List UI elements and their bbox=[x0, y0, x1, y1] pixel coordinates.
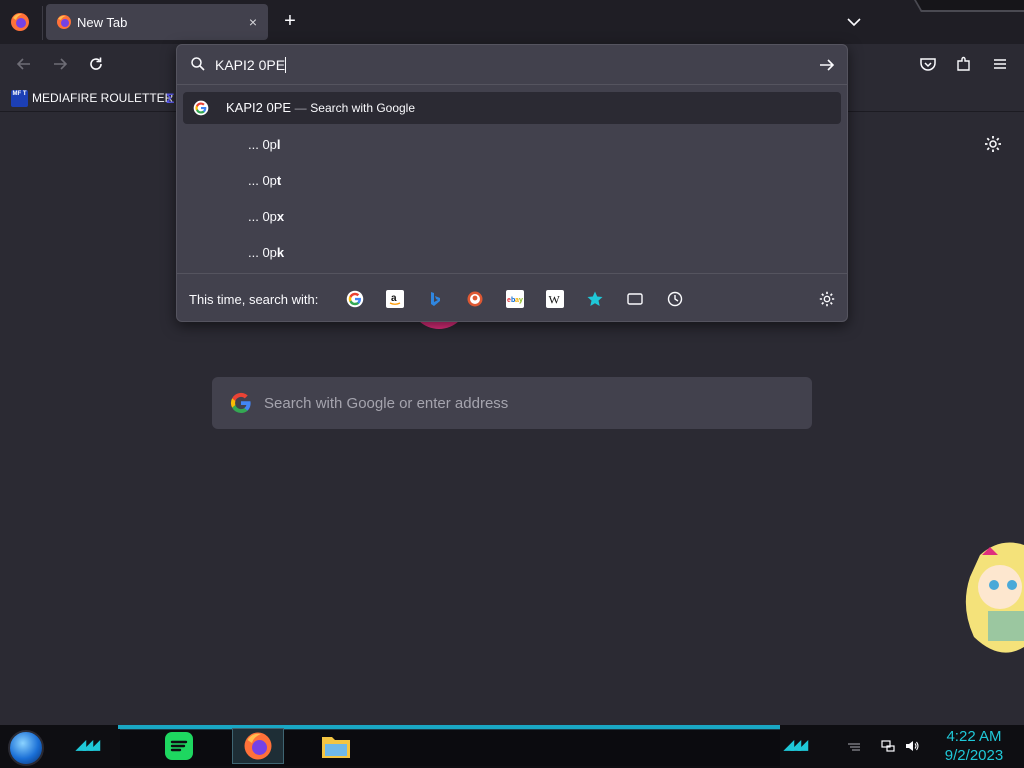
one-off-label: This time, search with: bbox=[189, 292, 319, 307]
text-caret bbox=[285, 57, 287, 73]
taskbar-decoration-left: ◢◢◢ bbox=[76, 737, 100, 752]
engine-ebay-button[interactable]: e b a y bbox=[506, 290, 524, 308]
folder-icon bbox=[322, 737, 350, 758]
engine-amazon-button[interactable]: a bbox=[386, 290, 404, 308]
start-button[interactable] bbox=[8, 730, 44, 766]
suggestion-suffix: t bbox=[276, 173, 282, 188]
reload-icon bbox=[90, 57, 102, 70]
ebay-icon: e b a y bbox=[507, 297, 523, 304]
google-icon bbox=[346, 290, 364, 308]
taskbar-bar bbox=[120, 729, 780, 766]
top-search-result[interactable]: KAPI2 0PE — Search with Google bbox=[183, 92, 841, 124]
google-icon bbox=[230, 392, 251, 414]
pocket-button[interactable] bbox=[916, 52, 940, 76]
extensions-button[interactable] bbox=[952, 52, 976, 76]
clock-date: 9/2/2023 bbox=[944, 747, 1004, 764]
firefox-icon bbox=[244, 732, 272, 760]
arrow-right-icon bbox=[54, 58, 68, 70]
suggestion-prefix: ... 0p bbox=[248, 137, 277, 152]
urlbar-dropdown: KAPI2 0PE KAPI2 0PE — Search with Google… bbox=[176, 44, 848, 322]
bookmark-mediafire-rouletter[interactable]: MF T MEDIAFIRE ROULETTER bbox=[11, 88, 173, 108]
tab-strip: New Tab × + bbox=[0, 0, 1024, 44]
app-menu-button[interactable] bbox=[988, 52, 1012, 76]
tab-title: New Tab bbox=[77, 15, 128, 30]
taskbar: ◢◢◢ ◢◢◢ 4:22 AM 9/2/2023 bbox=[0, 725, 1024, 768]
clock-icon bbox=[667, 291, 683, 307]
search-action: Search with Google bbox=[310, 101, 416, 115]
duckduckgo-icon bbox=[467, 291, 483, 307]
firefox-app-icon[interactable] bbox=[10, 12, 30, 32]
suggestion-suffix: x bbox=[276, 209, 285, 224]
search-query: KAPI2 0PE bbox=[226, 100, 292, 115]
arrow-left-icon bbox=[16, 58, 30, 70]
suggestion-prefix: ... 0p bbox=[248, 209, 277, 224]
taskbar-firefox[interactable] bbox=[242, 730, 274, 762]
desktop-mascot-image bbox=[965, 542, 1024, 653]
spotify-icon bbox=[165, 732, 193, 760]
search-result-text: KAPI2 0PE — Search with Google bbox=[226, 100, 415, 115]
engine-google-button[interactable] bbox=[346, 290, 364, 308]
result-separator: — bbox=[294, 101, 307, 115]
search-tabs-button[interactable] bbox=[626, 290, 644, 308]
one-off-divider bbox=[177, 273, 847, 274]
svg-text:y: y bbox=[519, 297, 523, 304]
search-bookmarks-button[interactable] bbox=[586, 290, 604, 308]
clock-time: 4:22 AM bbox=[946, 728, 1002, 745]
suggestion-suffix: l bbox=[276, 137, 281, 152]
wikipedia-icon: W bbox=[549, 293, 561, 307]
hamburger-menu-icon bbox=[994, 59, 1006, 69]
tab-separator bbox=[42, 6, 43, 40]
tray-overflow-icon[interactable] bbox=[846, 738, 862, 754]
star-icon bbox=[587, 291, 603, 306]
bookmark-partial-icon[interactable]: Σ bbox=[166, 90, 174, 106]
engine-wikipedia-button[interactable]: W bbox=[546, 290, 564, 308]
new-tab-button[interactable]: + bbox=[278, 10, 302, 34]
engine-duckduckgo-button[interactable] bbox=[466, 290, 484, 308]
suggestion-item[interactable]: ... 0pk bbox=[248, 245, 284, 260]
window-frame-decoration bbox=[914, 0, 1024, 12]
bookmark-label: MEDIAFIRE ROULETTER bbox=[32, 91, 174, 105]
system-clock[interactable]: 4:22 AM 9/2/2023 bbox=[932, 727, 1016, 765]
taskbar-file-explorer[interactable] bbox=[320, 730, 352, 762]
forward-button[interactable] bbox=[47, 51, 73, 77]
taskbar-decoration-right: ◢◢◢ bbox=[784, 737, 808, 752]
volume-icon[interactable] bbox=[904, 738, 920, 754]
suggestion-suffix: k bbox=[276, 245, 285, 260]
search-history-button[interactable] bbox=[666, 290, 684, 308]
urlbar-input[interactable]: KAPI2 0PE bbox=[215, 57, 287, 73]
chevron-down-icon[interactable] bbox=[842, 10, 866, 34]
suggestion-prefix: ... 0p bbox=[248, 173, 277, 188]
urlbar-input-value: KAPI2 0PE bbox=[215, 57, 286, 73]
engine-bing-button[interactable] bbox=[426, 290, 444, 308]
reload-button[interactable] bbox=[83, 51, 109, 77]
firefox-favicon-icon bbox=[57, 15, 71, 29]
pocket-icon bbox=[920, 58, 936, 71]
suggestion-item[interactable]: ... 0px bbox=[248, 209, 284, 224]
puzzle-icon bbox=[957, 56, 970, 71]
svg-text:W: W bbox=[549, 293, 561, 307]
google-icon bbox=[193, 100, 209, 116]
svg-text:a: a bbox=[391, 293, 397, 304]
taskbar-spotify[interactable] bbox=[163, 730, 195, 762]
gear-icon bbox=[819, 291, 835, 307]
urlbar-divider bbox=[177, 84, 847, 85]
gear-icon[interactable] bbox=[983, 134, 1003, 154]
suggestion-item[interactable]: ... 0pl bbox=[248, 137, 281, 152]
amazon-icon: a bbox=[389, 293, 401, 305]
network-icon[interactable] bbox=[880, 738, 896, 754]
page-search-box[interactable]: Search with Google or enter address bbox=[212, 377, 812, 429]
suggestion-prefix: ... 0p bbox=[248, 245, 277, 260]
suggestion-item[interactable]: ... 0pt bbox=[248, 173, 281, 188]
search-settings-button[interactable] bbox=[818, 290, 836, 308]
mediafire-favicon-icon: MF T bbox=[11, 89, 28, 107]
search-placeholder: Search with Google or enter address bbox=[264, 395, 509, 412]
back-button[interactable] bbox=[11, 51, 37, 77]
tabs-icon bbox=[627, 293, 643, 305]
go-arrow-icon[interactable] bbox=[818, 56, 836, 74]
tab-new-tab[interactable]: New Tab × bbox=[46, 4, 268, 40]
bing-icon bbox=[431, 292, 440, 306]
search-icon bbox=[191, 57, 205, 71]
close-tab-icon[interactable]: × bbox=[244, 13, 262, 31]
